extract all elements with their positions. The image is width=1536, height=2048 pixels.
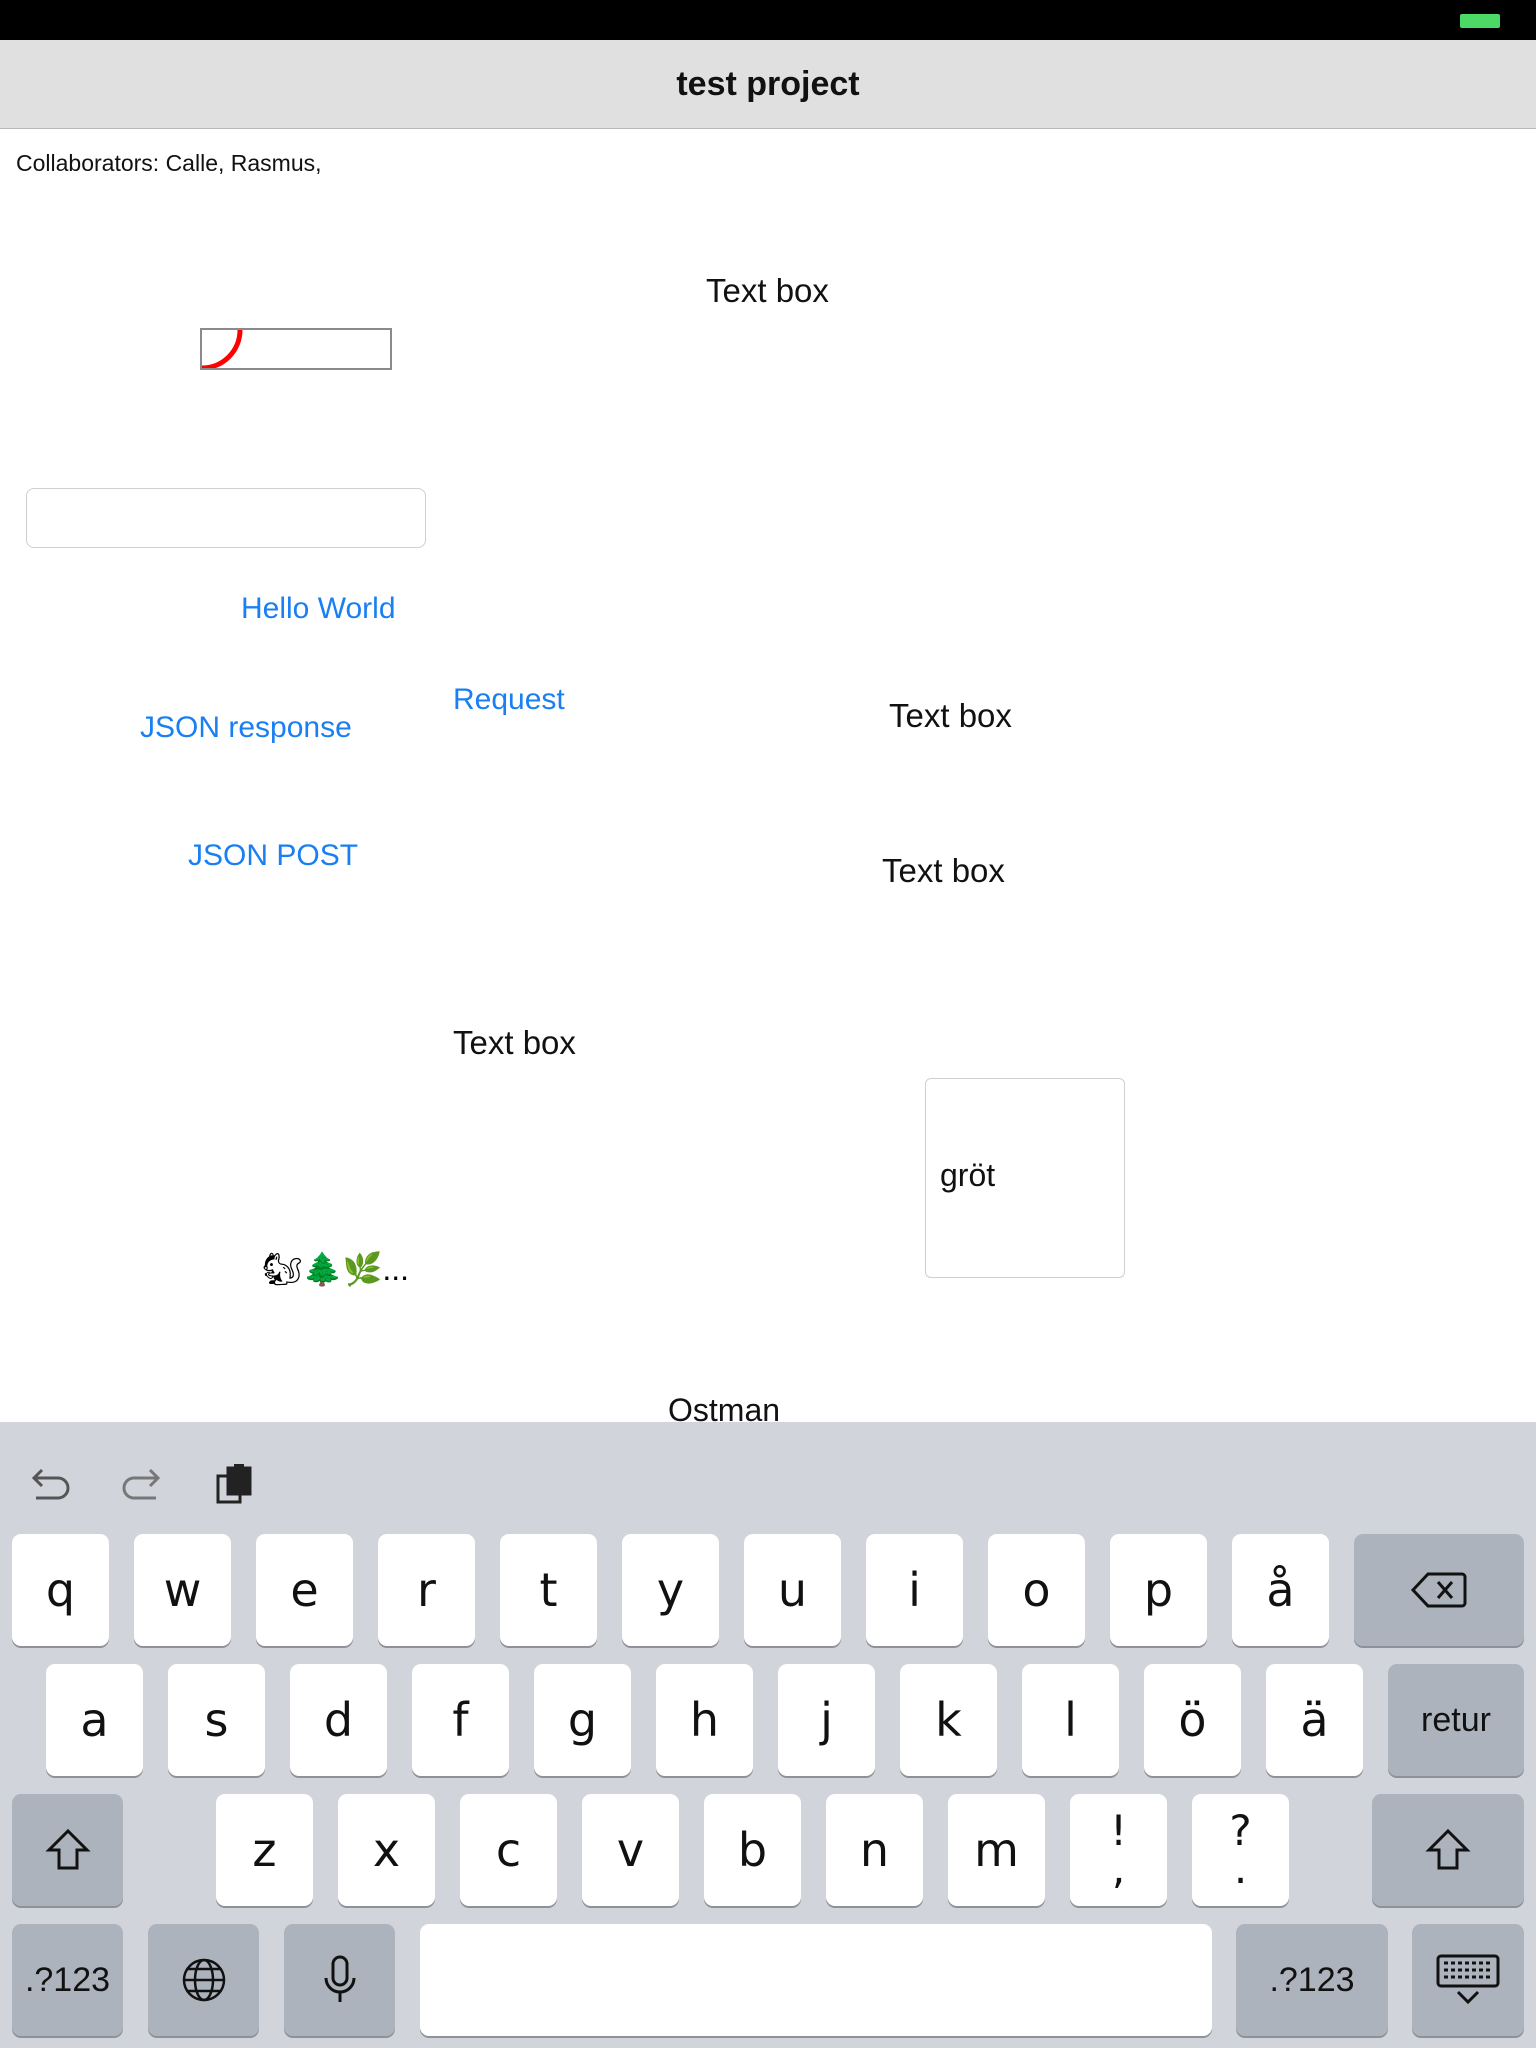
- key-secondary: .: [1233, 1844, 1248, 1893]
- key-secondary: ,: [1111, 1844, 1126, 1893]
- paste-icon[interactable]: [212, 1460, 260, 1508]
- note-box[interactable]: gröt: [925, 1078, 1125, 1278]
- key-f[interactable]: f: [412, 1664, 509, 1776]
- undo-icon[interactable]: [26, 1460, 74, 1508]
- text-box[interactable]: Text box: [706, 272, 829, 310]
- key-x[interactable]: x: [338, 1794, 435, 1906]
- return-key[interactable]: retur: [1388, 1664, 1524, 1776]
- progress-indicator: [200, 328, 392, 370]
- key-u[interactable]: u: [744, 1534, 841, 1646]
- key-q[interactable]: q: [12, 1534, 109, 1646]
- key-j[interactable]: j: [778, 1664, 875, 1776]
- key-o-umlaut[interactable]: ö: [1144, 1664, 1241, 1776]
- shift-icon: [44, 1828, 91, 1870]
- key-z[interactable]: z: [216, 1794, 313, 1906]
- key-k[interactable]: k: [900, 1664, 997, 1776]
- numbers-key-right[interactable]: .?123: [1236, 1924, 1388, 2036]
- key-a[interactable]: a: [46, 1664, 143, 1776]
- key-r[interactable]: r: [378, 1534, 475, 1646]
- backspace-icon: [1410, 1572, 1467, 1608]
- key-n[interactable]: n: [826, 1794, 923, 1906]
- dismiss-keyboard-key[interactable]: [1412, 1924, 1524, 2036]
- page-title: test project: [676, 65, 860, 103]
- key-w[interactable]: w: [134, 1534, 231, 1646]
- request-button[interactable]: Request: [453, 683, 565, 717]
- emoji-text[interactable]: 🐿🌲🌿...: [262, 1250, 409, 1288]
- text-box[interactable]: Text box: [882, 852, 1005, 890]
- json-response-button[interactable]: JSON response: [140, 711, 352, 745]
- note-text: gröt: [940, 1157, 996, 1193]
- numbers-key-left[interactable]: .?123: [12, 1924, 123, 2036]
- json-post-button[interactable]: JSON POST: [188, 839, 358, 873]
- key-h[interactable]: h: [656, 1664, 753, 1776]
- backspace-key[interactable]: [1354, 1534, 1524, 1646]
- key-p[interactable]: p: [1110, 1534, 1207, 1646]
- collaborators-label: Collaborators: Calle, Rasmus,: [16, 150, 322, 176]
- globe-key[interactable]: [148, 1924, 259, 2036]
- key-l[interactable]: l: [1022, 1664, 1119, 1776]
- space-bar[interactable]: [420, 1924, 1212, 2036]
- key-a-ring[interactable]: å: [1232, 1534, 1329, 1646]
- key-o[interactable]: o: [988, 1534, 1085, 1646]
- shift-icon: [1425, 1828, 1471, 1870]
- key-t[interactable]: t: [500, 1534, 597, 1646]
- key-exclamation-comma[interactable]: !,: [1070, 1794, 1167, 1906]
- shift-key-left[interactable]: [12, 1794, 123, 1906]
- globe-icon: [182, 1958, 225, 2002]
- status-bar: [0, 0, 1536, 40]
- key-s[interactable]: s: [168, 1664, 265, 1776]
- key-m[interactable]: m: [948, 1794, 1045, 1906]
- text-input-field[interactable]: [26, 488, 426, 548]
- key-b[interactable]: b: [704, 1794, 801, 1906]
- key-e[interactable]: e: [256, 1534, 353, 1646]
- dictation-key[interactable]: [284, 1924, 395, 2036]
- shift-key-right[interactable]: [1372, 1794, 1524, 1906]
- redo-icon[interactable]: [118, 1460, 166, 1508]
- text-box[interactable]: Text box: [889, 697, 1012, 735]
- key-i[interactable]: i: [866, 1534, 963, 1646]
- key-g[interactable]: g: [534, 1664, 631, 1776]
- keyboard-dismiss-icon: [1436, 1954, 1500, 2005]
- microphone-icon: [324, 1955, 355, 2002]
- hello-world-button[interactable]: Hello World: [241, 592, 396, 626]
- onscreen-keyboard: q w e r t y u i o p å a s d f g h j k l …: [0, 1422, 1536, 2048]
- key-d[interactable]: d: [290, 1664, 387, 1776]
- key-c[interactable]: c: [460, 1794, 557, 1906]
- navigation-bar: test project: [0, 40, 1536, 129]
- battery-icon: [1460, 14, 1500, 28]
- progress-arc: [202, 330, 243, 368]
- key-y[interactable]: y: [622, 1534, 719, 1646]
- key-question-period[interactable]: ?.: [1192, 1794, 1289, 1906]
- text-box[interactable]: Text box: [453, 1024, 576, 1062]
- key-v[interactable]: v: [582, 1794, 679, 1906]
- key-a-umlaut[interactable]: ä: [1266, 1664, 1363, 1776]
